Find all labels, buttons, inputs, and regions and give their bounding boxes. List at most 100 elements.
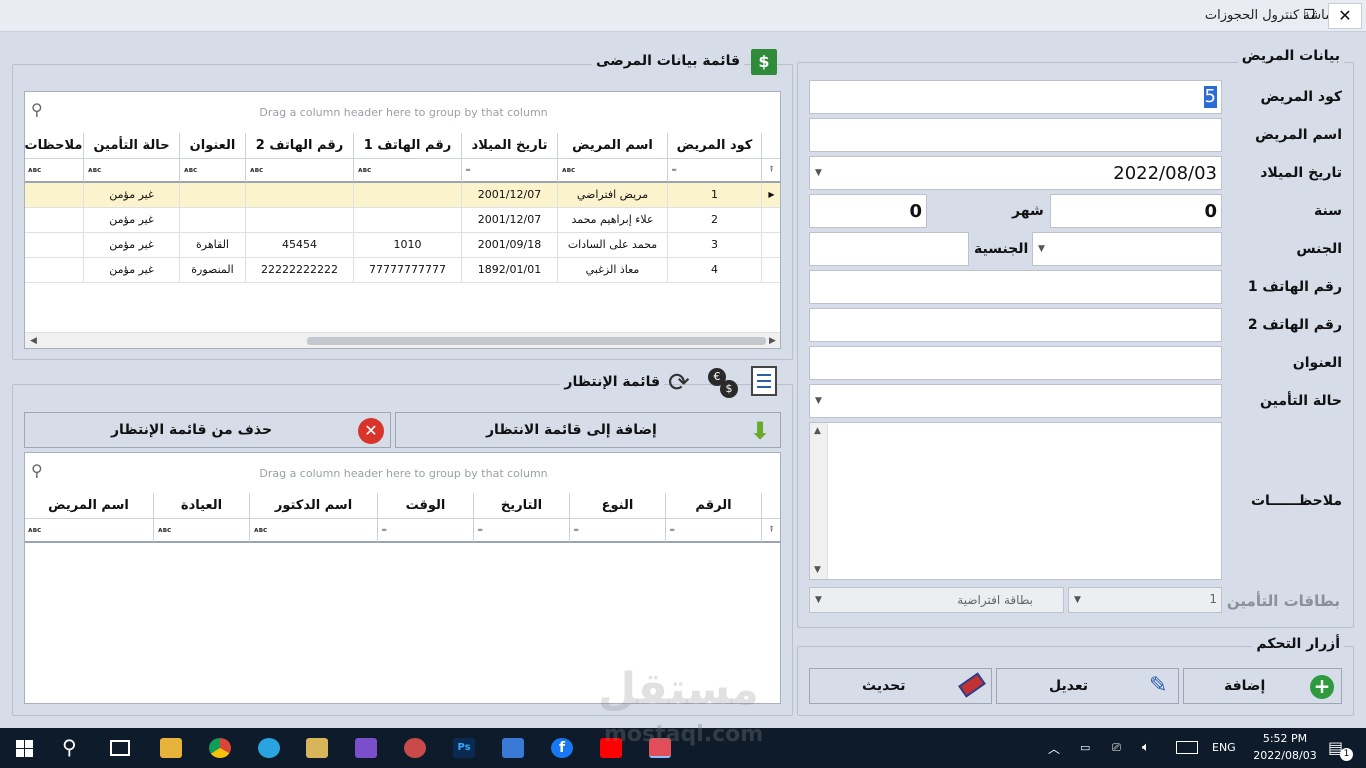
table-cell[interactable]: 3 <box>668 233 762 258</box>
chevron-down-icon[interactable]: ▼ <box>1074 595 1081 605</box>
text-filter-icon[interactable]: ᴀʙc <box>28 526 41 534</box>
scroll-left-icon[interactable]: ◀ <box>30 336 37 346</box>
chrome-icon[interactable] <box>209 738 231 758</box>
gender-select[interactable]: ▼ <box>1032 232 1222 266</box>
column-header[interactable]: العنوان <box>180 133 246 159</box>
text-filter-icon[interactable]: ᴀʙc <box>254 526 267 534</box>
equals-filter-icon[interactable]: ═ <box>672 166 676 174</box>
column-filter[interactable]: ═ <box>462 159 558 183</box>
visual-studio-icon[interactable] <box>355 738 377 758</box>
network-icon[interactable]: ⎚ <box>1112 741 1121 755</box>
column-header[interactable]: تاريخ الميلاد <box>462 133 558 159</box>
clipboard-icon[interactable] <box>751 366 777 396</box>
table-cell[interactable]: 2001/12/07 <box>462 208 558 233</box>
year-field[interactable]: 0 <box>1050 194 1222 228</box>
table-cell[interactable]: المنصورة <box>180 258 246 283</box>
patient-name-field[interactable] <box>809 118 1222 152</box>
edit-button[interactable]: ✎ تعديل <box>996 668 1179 704</box>
notes-scrollbar[interactable]: ▲ ▼ <box>810 423 828 579</box>
refresh-icon[interactable]: ⟳ <box>668 368 690 398</box>
equals-filter-icon[interactable]: ═ <box>478 526 482 534</box>
table-row[interactable]: 3 محمد على السادات 2001/09/18 1010 45454 القا… <box>25 233 780 258</box>
text-filter-icon[interactable]: ᴀʙc <box>358 166 371 174</box>
table-cell[interactable] <box>354 208 462 233</box>
chevron-down-icon[interactable]: ▼ <box>815 168 822 178</box>
add-to-waiting-button[interactable]: ⬇ إضافة إلى قائمة الانتظار <box>395 412 781 448</box>
horizontal-scrollbar[interactable]: ◀ ▶ <box>25 332 780 348</box>
battery-icon[interactable]: ▭ <box>1080 741 1090 754</box>
table-cell[interactable]: 2001/09/18 <box>462 233 558 258</box>
equals-filter-icon[interactable]: ═ <box>382 526 386 534</box>
currency-exchange-icon[interactable]: € $ <box>708 368 738 398</box>
patient-code-field[interactable]: 5 <box>809 80 1222 114</box>
table-cell[interactable]: 4 <box>668 258 762 283</box>
table-cell[interactable]: غير مؤمن <box>84 183 180 208</box>
table-cell[interactable]: غير مؤمن <box>84 233 180 258</box>
table-cell[interactable] <box>180 208 246 233</box>
table-cell[interactable]: 45454 <box>246 233 354 258</box>
table-cell[interactable]: علاء إبراهيم محمد <box>558 208 668 233</box>
column-filter[interactable]: ᴀʙc <box>154 519 250 543</box>
chevron-down-icon[interactable]: ▼ <box>1038 244 1045 254</box>
language-indicator[interactable]: ENG <box>1212 741 1236 754</box>
photoshop-icon[interactable]: Ps <box>453 738 475 758</box>
column-header[interactable]: النوع <box>570 493 666 519</box>
table-cell[interactable]: مريض افتراضي <box>558 183 668 208</box>
equals-filter-icon[interactable]: ═ <box>574 526 578 534</box>
clock-date[interactable]: 2022/08/03 <box>1248 749 1322 762</box>
column-filter[interactable]: ᴀʙc <box>354 159 462 183</box>
telegram-icon[interactable] <box>258 738 280 758</box>
text-filter-icon[interactable]: ᴀʙc <box>28 166 41 174</box>
column-header[interactable]: اسم المريض <box>558 133 668 159</box>
table-cell[interactable]: 2001/12/07 <box>462 183 558 208</box>
scroll-down-icon[interactable]: ▼ <box>814 565 821 575</box>
insurance-status-select[interactable]: ▼ <box>809 384 1222 418</box>
remote-desktop-icon[interactable] <box>502 738 524 758</box>
table-cell[interactable]: 77777777777 <box>354 258 462 283</box>
card-number-select[interactable]: ▼ 1 <box>1068 587 1222 613</box>
column-filter[interactable]: ═ <box>570 519 666 543</box>
table-cell[interactable]: 2 <box>668 208 762 233</box>
table-cell[interactable] <box>246 208 354 233</box>
tray-chevron-up-icon[interactable]: ︿ <box>1048 740 1060 757</box>
clock-time[interactable]: 5:52 PM <box>1255 732 1315 745</box>
card-type-select[interactable]: ▼ بطاقة افتراضية <box>809 587 1064 613</box>
column-filter[interactable]: ═ <box>666 519 762 543</box>
column-header[interactable]: الرقم <box>666 493 762 519</box>
equals-filter-icon[interactable]: ═ <box>466 166 470 174</box>
table-cell[interactable]: 1 <box>668 183 762 208</box>
column-filter[interactable]: ᴀʙc <box>25 159 84 183</box>
column-header[interactable]: رقم الهاتف 1 <box>354 133 462 159</box>
table-row[interactable]: ▶ 1 مريض افتراضي 2001/12/07 غير مؤمن <box>25 183 780 208</box>
keyboard-icon[interactable] <box>1176 741 1198 754</box>
restore-button[interactable]: ❐ <box>1296 6 1322 26</box>
table-cell[interactable]: 1010 <box>354 233 462 258</box>
filter-icon[interactable]: ⍒ <box>762 519 780 543</box>
phone1-field[interactable] <box>809 270 1222 304</box>
column-header[interactable]: العيادة <box>154 493 250 519</box>
column-header[interactable]: حالة التأمين <box>84 133 180 159</box>
table-cell[interactable] <box>25 208 84 233</box>
column-filter[interactable]: ═ <box>668 159 762 183</box>
chevron-down-icon[interactable]: ▼ <box>815 396 822 406</box>
text-filter-icon[interactable]: ᴀʙc <box>88 166 101 174</box>
column-header[interactable]: التاريخ <box>474 493 570 519</box>
scroll-up-icon[interactable]: ▲ <box>814 426 821 436</box>
column-filter[interactable]: ═ <box>474 519 570 543</box>
phone2-field[interactable] <box>809 308 1222 342</box>
table-cell[interactable]: معاذ الزغبي <box>558 258 668 283</box>
column-header[interactable]: كود المريض <box>668 133 762 159</box>
windows-start-icon[interactable] <box>16 740 33 757</box>
notes-textarea[interactable]: ▲ ▼ <box>809 422 1222 580</box>
table-cell[interactable]: 1892/01/01 <box>462 258 558 283</box>
table-cell[interactable] <box>354 183 462 208</box>
column-header[interactable]: اسم الدكتور <box>250 493 378 519</box>
column-filter[interactable]: ᴀʙc <box>25 519 154 543</box>
column-filter[interactable]: ═ <box>378 519 474 543</box>
text-filter-icon[interactable]: ᴀʙc <box>184 166 197 174</box>
scroll-right-icon[interactable]: ▶ <box>769 336 776 346</box>
close-button[interactable]: ✕ <box>1328 3 1362 29</box>
column-filter[interactable]: ᴀʙc <box>246 159 354 183</box>
refresh-button[interactable]: تحديث <box>809 668 992 704</box>
table-cell[interactable]: القاهرة <box>180 233 246 258</box>
